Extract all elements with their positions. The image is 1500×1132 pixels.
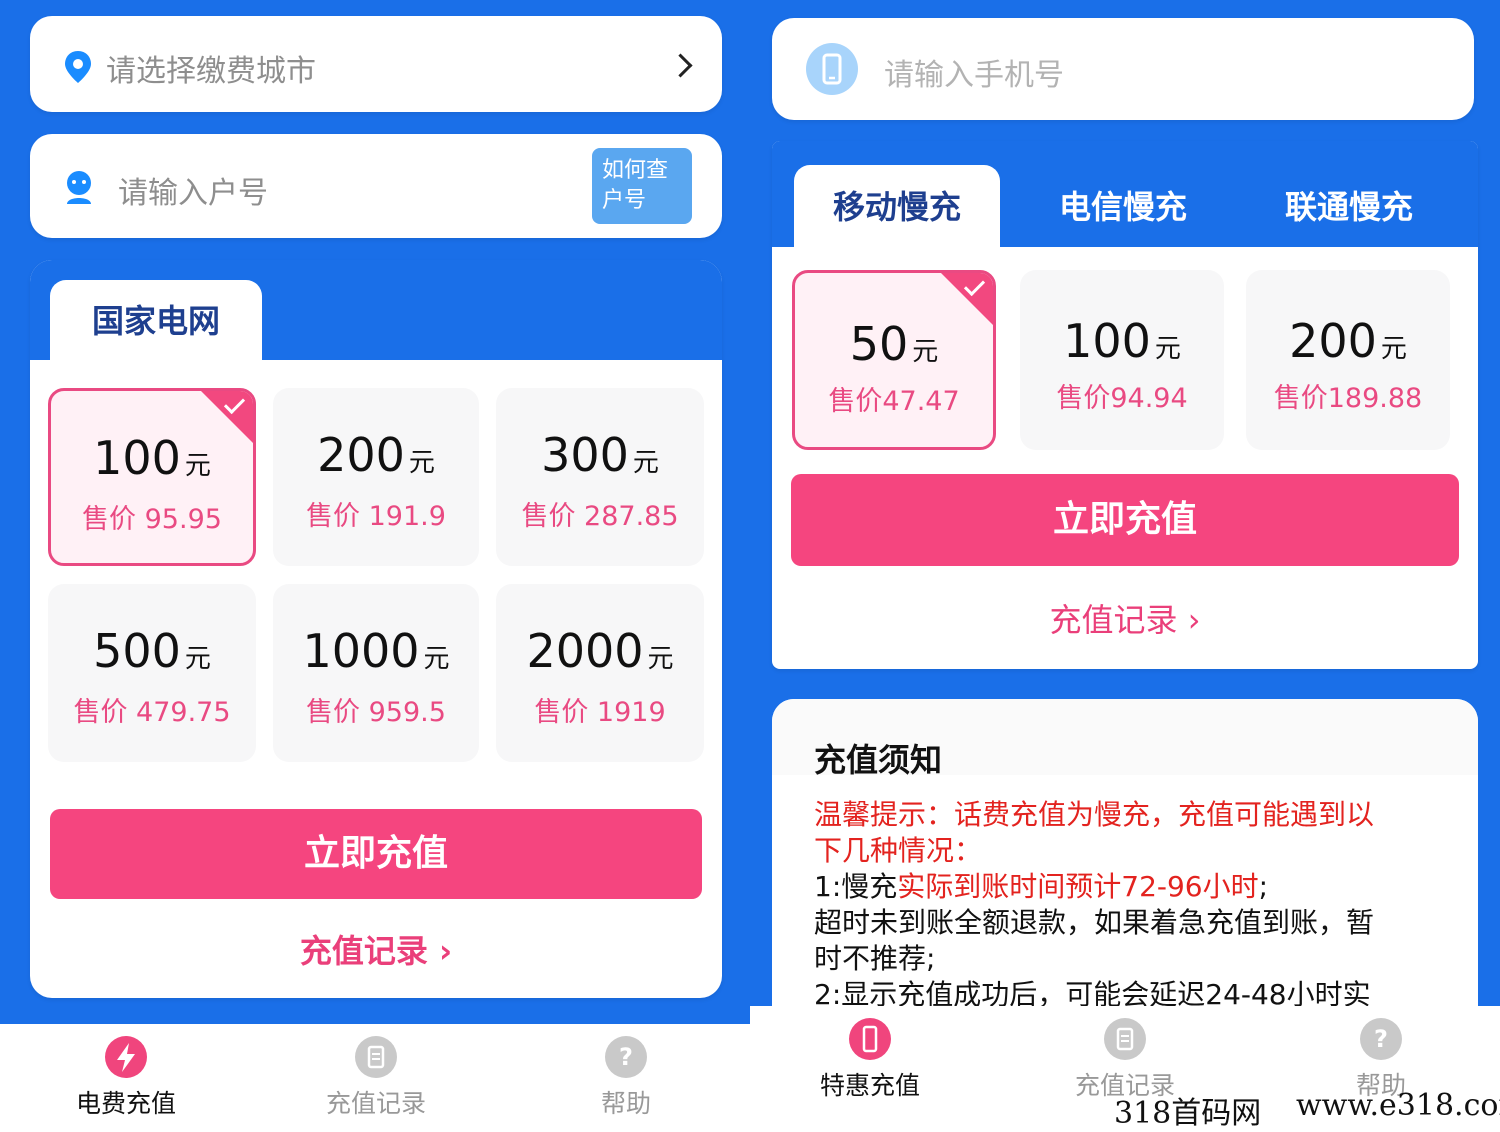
tab-unicom-slow[interactable]: 联通慢充 <box>1246 165 1452 249</box>
notice-tip-line: 温馨提示：话费充值为慢充，充值可能遇到以 <box>814 798 1375 831</box>
amount-value: 200 <box>1289 314 1377 368</box>
record-icon <box>1104 1018 1146 1060</box>
account-input-row: 请输入户号 如何查户号 <box>30 134 722 238</box>
notice-body: 温馨提示：话费充值为慢充，充值可能遇到以 下几种情况： 1:慢充实际到账时间预计… <box>814 797 1454 1006</box>
chevron-right-icon: › <box>1177 601 1201 639</box>
phone-recharge-panel: 请输入手机号 移动慢充 电信慢充 联通慢充 50 元 售价47.47 100 元 售… <box>750 0 1500 1124</box>
lightning-icon <box>105 1036 147 1078</box>
help-icon: ? <box>1360 1018 1402 1060</box>
notice-item-1: 1:慢充实际到账时间预计72-96小时; <box>814 870 1269 903</box>
nav-label: 充值记录 <box>325 1089 426 1118</box>
amount-option-100[interactable]: 100 元 售价94.94 <box>1020 270 1224 450</box>
phone-input-row: 请输入手机号 <box>772 18 1474 120</box>
recharge-notice-card: 充值须知 温馨提示：话费充值为慢充，充值可能遇到以 下几种情况： 1:慢充实际到… <box>772 699 1478 1006</box>
amount-unit: 元 <box>632 448 659 478</box>
amount-unit: 元 <box>184 644 211 674</box>
amount-value: 500 <box>93 624 181 678</box>
help-icon: ? <box>605 1036 647 1078</box>
notice-line: 2:显示充值成功后，可能会延迟24-48小时实 <box>814 978 1371 1006</box>
amount-unit: 元 <box>184 451 211 481</box>
nav-recharge-records[interactable]: 充值记录 <box>296 1036 456 1120</box>
recharge-now-button[interactable]: 立即充值 <box>50 809 702 899</box>
how-to-find-account-button[interactable]: 如何查户号 <box>592 148 692 224</box>
amount-option-2000[interactable]: 2000 元 售价 1919 <box>496 584 704 762</box>
recharge-record-link[interactable]: 充值记录 › <box>1025 595 1225 641</box>
nav-label: 帮助 <box>600 1089 651 1118</box>
nav-label: 特惠充值 <box>819 1071 920 1100</box>
city-select[interactable]: 请选择缴费城市 <box>30 16 722 112</box>
sale-price: 售价47.47 <box>828 386 960 417</box>
watermark-url: www.e318.com <box>1296 1088 1500 1123</box>
city-select-placeholder: 请选择缴费城市 <box>106 54 316 89</box>
recharge-now-button[interactable]: 立即充值 <box>791 474 1459 566</box>
phone-input[interactable]: 请输入手机号 <box>884 50 1064 94</box>
amount-value: 1000 <box>302 624 420 678</box>
notice-tip-line: 下几种情况： <box>814 834 983 867</box>
amount-unit: 元 <box>1380 334 1407 364</box>
recharge-record-label: 充值记录 <box>1049 601 1178 639</box>
record-icon <box>355 1036 397 1078</box>
amount-option-100[interactable]: 100 元 售价 95.95 <box>48 388 256 566</box>
phone-icon <box>849 1018 891 1060</box>
amount-unit: 元 <box>647 644 674 674</box>
notice-line: 超时未到账全额退款，如果着急充值到账，暂 <box>814 906 1375 939</box>
amount-unit: 元 <box>408 448 435 478</box>
recharge-card: 国家电网 100 元 售价 95.95 200 元 售价 191.9 300 元 售价… <box>30 260 722 998</box>
sale-price: 售价94.94 <box>1056 383 1188 414</box>
amount-unit: 元 <box>912 337 939 367</box>
tab-state-grid[interactable]: 国家电网 <box>50 280 262 362</box>
notice-title: 充值须知 <box>814 741 943 779</box>
amount-value: 100 <box>1063 314 1151 368</box>
nav-label: 电费充值 <box>75 1089 176 1118</box>
amount-value: 200 <box>317 428 405 482</box>
tab-mobile-slow[interactable]: 移动慢充 <box>794 165 1000 249</box>
amount-value: 50 <box>849 317 909 371</box>
sale-price: 售价 959.5 <box>306 697 446 728</box>
sale-price: 售价 1919 <box>534 697 666 728</box>
chevron-right-icon: › <box>427 932 453 970</box>
nav-electricity-recharge[interactable]: 电费充值 <box>46 1036 206 1120</box>
sale-price: 售价189.88 <box>1273 383 1423 414</box>
nav-special-recharge[interactable]: 特惠充值 <box>790 1018 950 1102</box>
chevron-right-icon <box>668 53 693 78</box>
amount-value: 2000 <box>526 624 644 678</box>
bottom-nav: 电费充值 充值记录 ? 帮助 <box>0 1024 750 1124</box>
sale-price: 售价 479.75 <box>73 697 231 728</box>
amount-option-200[interactable]: 200 元 售价 191.9 <box>273 388 479 566</box>
amount-option-50[interactable]: 50 元 售价47.47 <box>792 270 996 450</box>
nav-help[interactable]: ? 帮助 <box>546 1036 706 1120</box>
amount-value: 300 <box>541 428 629 482</box>
amount-option-500[interactable]: 500 元 售价 479.75 <box>48 584 256 762</box>
location-pin-icon <box>65 51 91 83</box>
watermark-site: 318首码网 <box>1114 1096 1262 1131</box>
sale-price: 售价 191.9 <box>306 501 446 532</box>
electricity-panel: 请选择缴费城市 请输入户号 如何查户号 国家电网 100 元 售价 95.95 2… <box>0 0 750 1124</box>
amount-option-1000[interactable]: 1000 元 售价 959.5 <box>273 584 479 762</box>
amount-option-300[interactable]: 300 元 售价 287.85 <box>496 388 704 566</box>
notice-line: 时不推荐; <box>814 942 936 975</box>
account-input[interactable]: 请输入户号 <box>118 168 268 212</box>
sale-price: 售价 287.85 <box>521 501 679 532</box>
recharge-record-link[interactable]: 充值记录 › <box>276 926 476 972</box>
sale-price: 售价 95.95 <box>82 504 222 535</box>
recharge-card: 移动慢充 电信慢充 联通慢充 50 元 售价47.47 100 元 售价94.94 … <box>772 141 1478 669</box>
tab-telecom-slow[interactable]: 电信慢充 <box>1020 165 1226 249</box>
recharge-record-label: 充值记录 <box>299 932 428 970</box>
amount-value: 100 <box>93 431 181 485</box>
amount-unit: 元 <box>1154 334 1181 364</box>
amount-unit: 元 <box>423 644 450 674</box>
user-icon <box>67 171 91 204</box>
phone-icon <box>806 43 858 95</box>
amount-option-200[interactable]: 200 元 售价189.88 <box>1246 270 1450 450</box>
